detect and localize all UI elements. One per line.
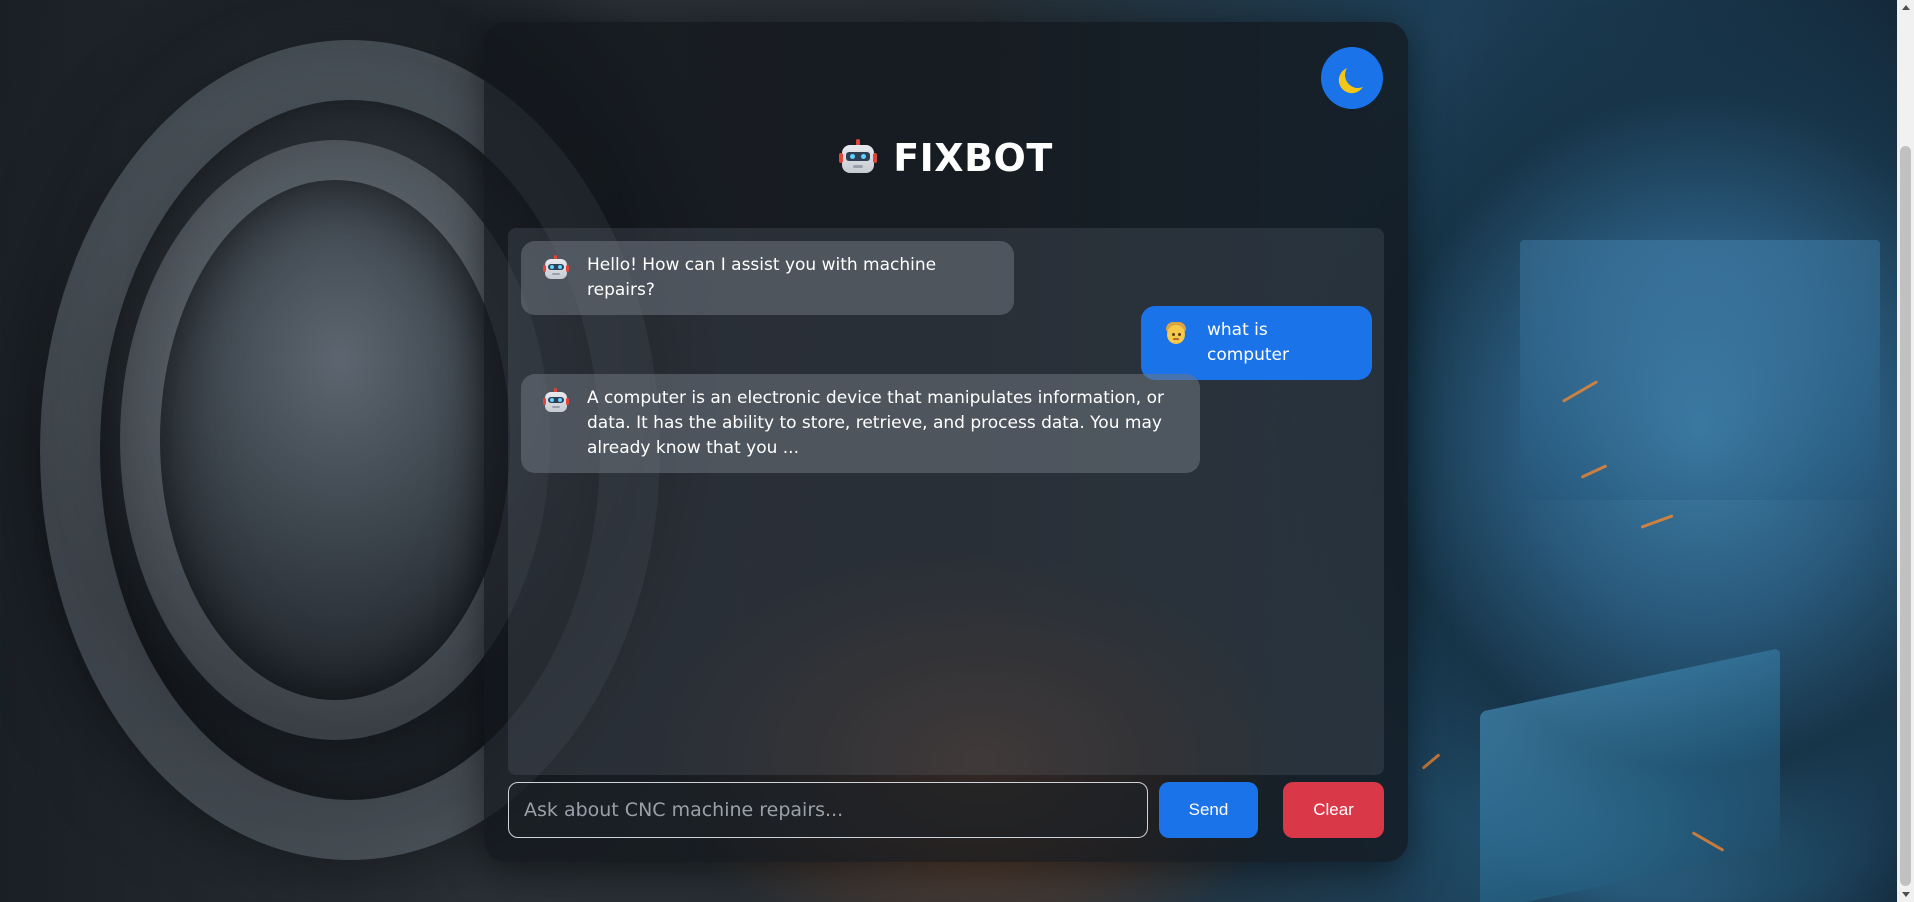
bot-message: Hello! How can I assist you with machine… (521, 241, 1014, 315)
send-button[interactable]: Send (1159, 782, 1258, 838)
chat-app-panel: FIXBOT Hello! How can I assist you with … (484, 22, 1408, 862)
chat-messages-area[interactable]: Hello! How can I assist you with machine… (508, 228, 1384, 775)
bot-message: A computer is an electronic device that … (521, 374, 1200, 473)
user-message: what is computer (1141, 306, 1372, 380)
message-text: Hello! How can I assist you with machine… (587, 255, 937, 300)
app-title: FIXBOT (893, 136, 1053, 180)
robot-icon (543, 255, 569, 281)
robot-icon (839, 139, 878, 177)
message-text: A computer is an electronic device that … (587, 388, 1164, 458)
scrollbar-thumb[interactable] (1900, 146, 1911, 886)
page-scrollbar[interactable] (1897, 0, 1914, 902)
background-machine-block (1480, 648, 1780, 902)
theme-toggle-button[interactable] (1321, 47, 1383, 109)
background-spark (1421, 753, 1441, 770)
input-row: Send Clear (508, 782, 1384, 840)
clear-button[interactable]: Clear (1283, 782, 1384, 838)
message-text: what is computer (1207, 320, 1289, 365)
scroll-down-arrow[interactable] (1902, 892, 1910, 897)
background-spark (1640, 514, 1674, 529)
scroll-up-arrow[interactable] (1902, 5, 1910, 10)
robot-icon (543, 388, 569, 414)
person-icon (1163, 320, 1189, 346)
background-machine-panel (1520, 240, 1880, 500)
chat-input[interactable] (508, 782, 1148, 838)
moon-icon (1343, 60, 1373, 90)
app-header: FIXBOT (484, 136, 1408, 180)
